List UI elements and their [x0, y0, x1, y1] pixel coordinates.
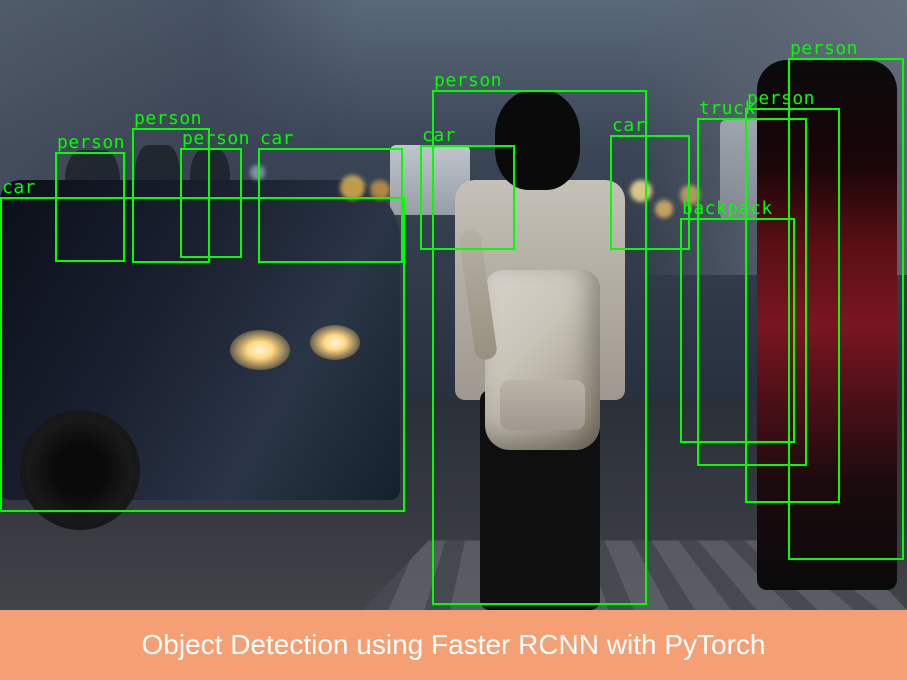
detection-label: person — [182, 128, 250, 149]
detection-label: car — [2, 177, 36, 198]
caption-text: Object Detection using Faster RCNN with … — [142, 629, 766, 661]
detection-box: person — [180, 148, 242, 258]
detection-box: car — [420, 145, 515, 250]
detection-label: person — [57, 132, 125, 153]
detection-box: backpack — [680, 218, 795, 443]
caption-bar: Object Detection using Faster RCNN with … — [0, 610, 907, 680]
detection-box: person — [55, 152, 125, 262]
detection-label: person — [134, 108, 202, 129]
detection-label: backpack — [682, 198, 773, 219]
detection-label: person — [434, 70, 502, 91]
detection-scene: carpersonpersonpersoncarpersoncarcartruc… — [0, 0, 907, 610]
detection-box: car — [610, 135, 690, 250]
detection-box: person — [788, 58, 904, 560]
detection-label: car — [260, 128, 294, 149]
detection-label: car — [612, 115, 646, 136]
detection-label: person — [790, 38, 858, 59]
detection-box: car — [258, 148, 403, 263]
detection-label: car — [422, 125, 456, 146]
